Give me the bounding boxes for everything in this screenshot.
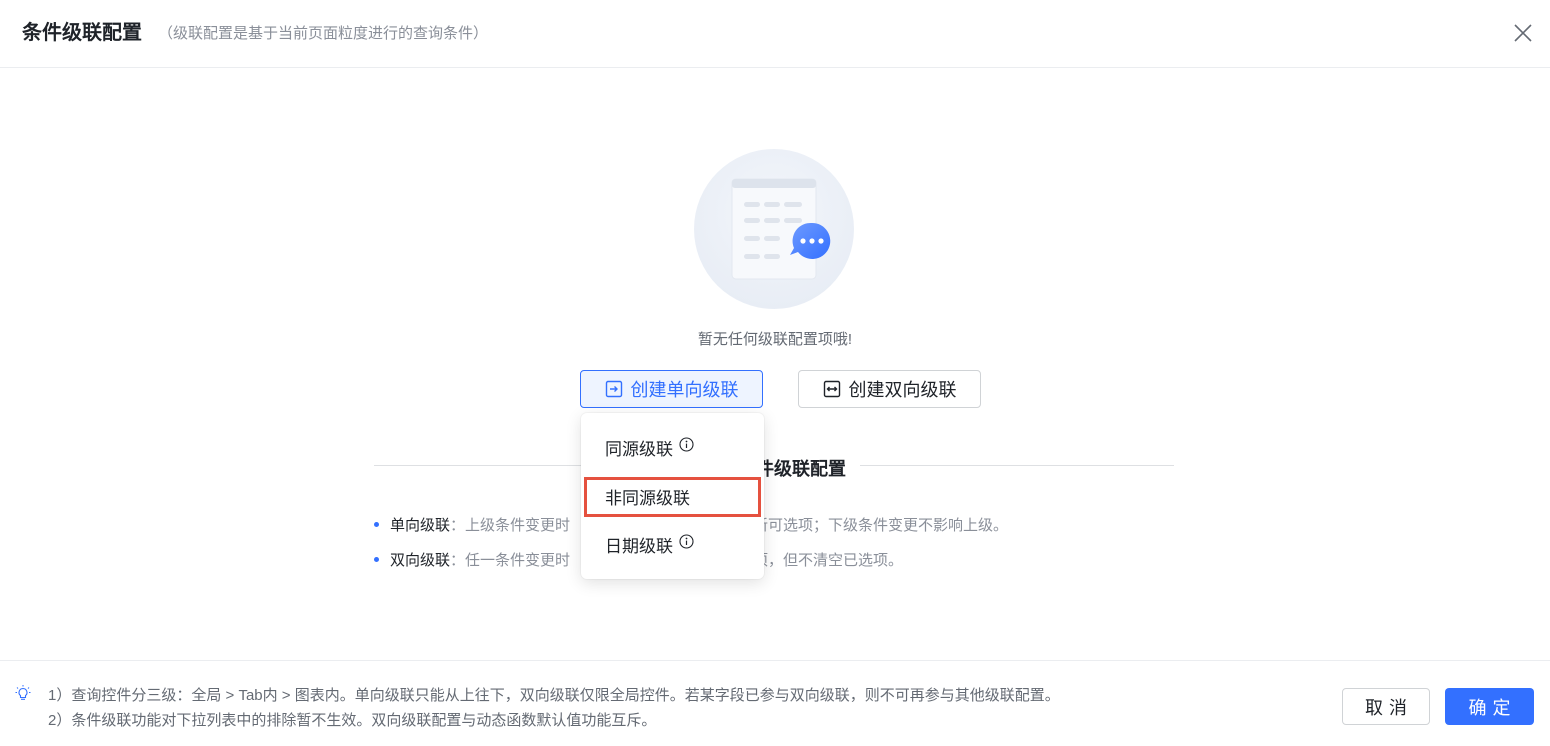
bullet-dot xyxy=(374,521,379,527)
menu-item-date[interactable]: 日期级联 xyxy=(581,524,764,564)
dialog-title: 条件级联配置 xyxy=(22,22,142,44)
empty-message: 暂无任何级联配置项哦! xyxy=(697,331,853,348)
menu-item-same-source[interactable]: 同源级联 xyxy=(581,427,764,467)
desc-text-right: 项，但不清空已选项。 xyxy=(753,552,904,569)
desc-text-left: ：上级条件变更时 xyxy=(450,517,571,534)
confirm-button[interactable]: 确定 xyxy=(1445,688,1534,725)
bullet-dot xyxy=(374,556,379,562)
arrow-right-box-icon xyxy=(605,380,623,398)
footer-tip-2: 2）条件级联功能对下拉列表中的排除暂不生效。双向级联配置与动态函数默认值功能互斥… xyxy=(48,712,657,729)
desc-text-left: ：任一条件变更时 xyxy=(450,552,571,569)
create-double-cascade-button[interactable]: 创建双向级联 xyxy=(798,370,981,408)
info-icon[interactable] xyxy=(679,534,694,554)
cascade-type-dropdown: 同源级联 非同源级联 日期级联 xyxy=(581,413,764,579)
lightbulb-icon xyxy=(14,684,32,702)
highlight-box xyxy=(584,477,761,517)
info-icon[interactable] xyxy=(679,437,694,457)
footer-tip-1: 1）查询控件分三级：全局 > Tab内 > 图表内。单向级联只能从上往下，双向级… xyxy=(48,687,1060,704)
create-single-label: 创建单向级联 xyxy=(630,380,739,400)
menu-item-label: 同源级联 xyxy=(605,439,673,459)
create-double-label: 创建双向级联 xyxy=(848,380,957,400)
create-single-cascade-button[interactable]: 创建单向级联 xyxy=(580,370,763,408)
cancel-button[interactable]: 取消 xyxy=(1342,688,1430,725)
confirm-label: 确定 xyxy=(1468,697,1517,718)
menu-item-label: 日期级联 xyxy=(605,536,673,556)
double-arrow-box-icon xyxy=(823,380,841,398)
cancel-label: 取消 xyxy=(1365,697,1413,718)
empty-illustration xyxy=(694,149,854,309)
desc-term: 双向级联 xyxy=(390,552,451,569)
desc-term: 单向级联 xyxy=(390,517,451,534)
close-icon[interactable] xyxy=(1508,18,1538,48)
desc-text-right: 新可选项；下级条件变更不影响上级。 xyxy=(753,517,1009,534)
dialog-header: 条件级联配置 （级联配置是基于当前页面粒度进行的查询条件） xyxy=(0,0,1550,68)
dialog-subtitle: （级联配置是基于当前页面粒度进行的查询条件） xyxy=(158,25,489,42)
